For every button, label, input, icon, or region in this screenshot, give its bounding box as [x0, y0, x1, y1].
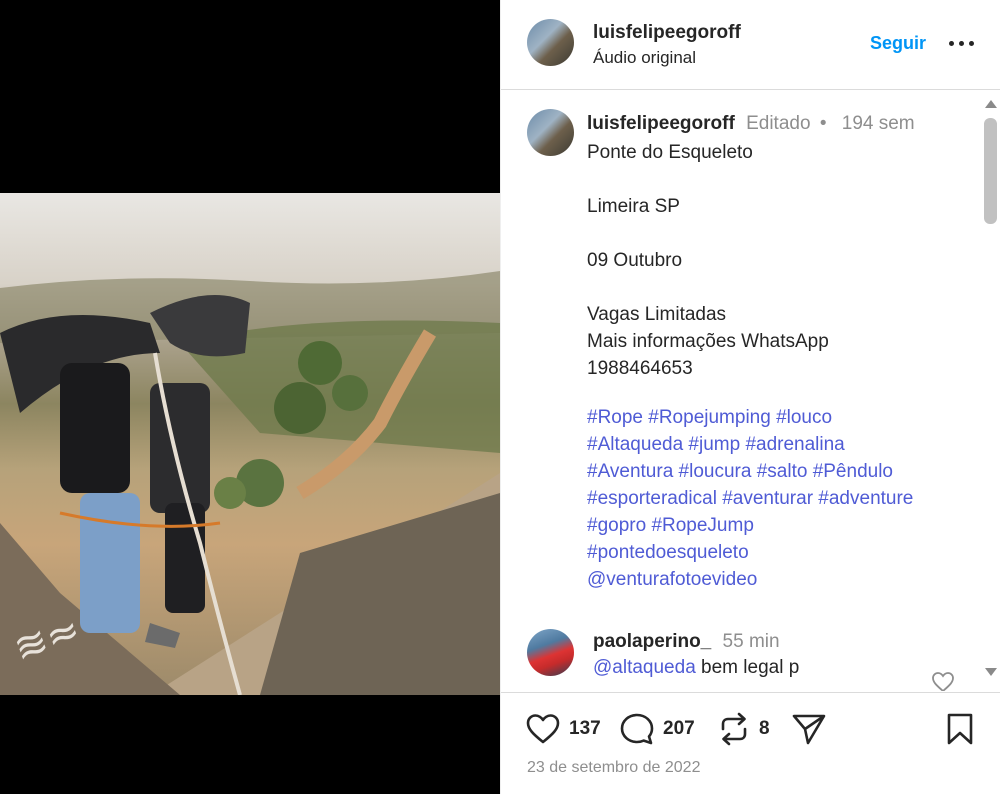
caption-line — [587, 274, 977, 301]
hashtag-line[interactable]: #Aventura #loucura #salto #Pêndulo — [587, 461, 893, 482]
repost-action[interactable]: 8 — [717, 709, 770, 749]
comment-bubble-icon[interactable] — [619, 712, 655, 746]
bookmark-icon[interactable] — [945, 712, 975, 746]
edited-label: Editado — [746, 113, 811, 134]
comment-text: @altaqueda bem legal p — [593, 657, 799, 679]
paper-plane-icon[interactable] — [791, 712, 827, 746]
comment-action[interactable]: 207 — [619, 709, 695, 749]
post-actions: 137 207 8 23 de setembro de 2022 — [501, 692, 1000, 794]
caption-line — [587, 166, 977, 193]
author-avatar[interactable] — [527, 19, 574, 66]
caption-line: Mais informações WhatsApp — [587, 331, 829, 352]
mention-link[interactable]: @venturafotoevideo — [587, 569, 757, 590]
likes-count[interactable]: 137 — [569, 718, 601, 740]
commenter-username[interactable]: paolaperino_ — [593, 631, 711, 652]
video-scene: ≋≈ — [0, 271, 500, 695]
caption-avatar[interactable] — [527, 109, 574, 156]
author-username[interactable]: luisfelipeegoroff — [593, 22, 741, 44]
reposts-count[interactable]: 8 — [759, 718, 770, 740]
caption-username[interactable]: luisfelipeegoroff — [587, 113, 735, 134]
comments-scrollbar[interactable] — [982, 100, 999, 690]
hashtag-line[interactable]: #gopro #RopeJump — [587, 515, 754, 536]
scroll-thumb[interactable] — [984, 118, 997, 224]
caption-text: Ponte do Esqueleto Limeira SP 09 Outubro… — [587, 139, 977, 382]
comments-section[interactable]: luisfelipeegoroff Editado • 194 sem Pont… — [501, 91, 1000, 691]
heart-icon[interactable] — [525, 713, 561, 745]
caption-line — [587, 220, 977, 247]
follow-button[interactable]: Seguir — [870, 33, 926, 54]
scroll-up-arrow-icon[interactable] — [985, 100, 997, 108]
like-action[interactable]: 137 — [525, 709, 601, 749]
post-video[interactable]: ≋≈ — [0, 193, 500, 695]
caption-line: Limeira SP — [587, 196, 680, 217]
post-header: luisfelipeegoroff Áudio original Seguir — [501, 0, 1000, 90]
comment-age[interactable]: 55 min — [723, 631, 780, 652]
commenter-avatar[interactable] — [527, 629, 574, 676]
hashtag-line[interactable]: #pontedoesqueleto — [587, 542, 749, 563]
hashtag-block: #Rope #Ropejumping #louco #Altaqueda #ju… — [587, 404, 977, 593]
hashtag-line[interactable]: #Rope #Ropejumping #louco — [587, 407, 832, 428]
post-panel: luisfelipeegoroff Áudio original Seguir … — [500, 0, 1000, 794]
audio-label[interactable]: Áudio original — [593, 48, 696, 68]
share-action[interactable] — [791, 709, 827, 749]
comment-header: paolaperino_ 55 min — [593, 631, 780, 653]
repost-icon[interactable] — [717, 712, 751, 746]
save-action[interactable] — [945, 709, 975, 749]
caption-age[interactable]: 194 sem — [842, 113, 915, 134]
comment-like-heart-icon[interactable] — [931, 671, 955, 691]
scroll-down-arrow-icon[interactable] — [985, 668, 997, 676]
post-date[interactable]: 23 de setembro de 2022 — [527, 759, 700, 777]
caption-line: 1988464653 — [587, 358, 693, 379]
caption-header: luisfelipeegoroff Editado • 194 sem — [587, 113, 915, 135]
comment-mention[interactable]: @altaqueda — [593, 657, 696, 678]
caption-line: 09 Outubro — [587, 250, 683, 271]
more-horizontal-icon[interactable] — [947, 31, 977, 53]
comments-count[interactable]: 207 — [663, 718, 695, 740]
comment-body: bem legal p — [701, 657, 800, 678]
hashtag-line[interactable]: #esporteradical #aventurar #adventure — [587, 488, 913, 509]
meta-separator: • — [819, 113, 827, 134]
media-pane: ≋≈ — [0, 0, 500, 794]
hashtag-line[interactable]: #Altaqueda #jump #adrenalina — [587, 434, 845, 455]
caption-line: Vagas Limitadas — [587, 304, 727, 325]
caption-line: Ponte do Esqueleto — [587, 142, 753, 163]
